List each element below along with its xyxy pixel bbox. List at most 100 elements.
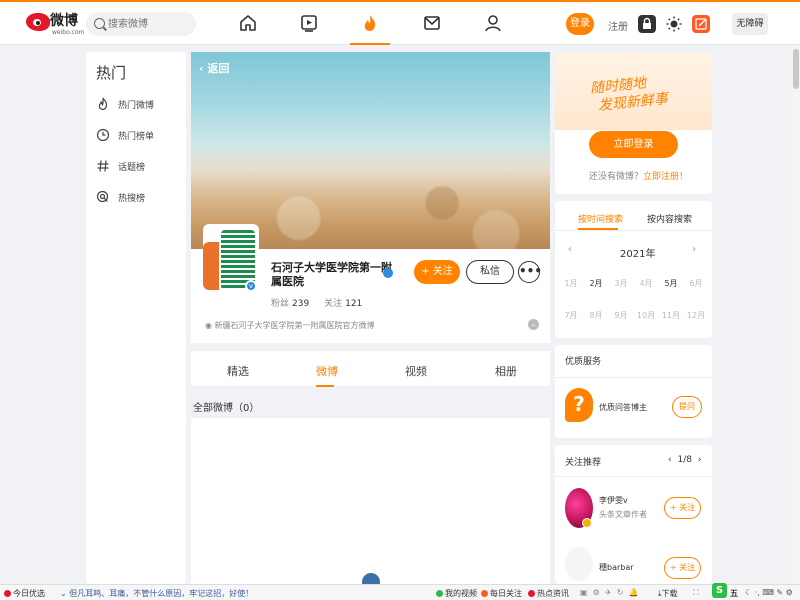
sogou-ime-icon[interactable]: S xyxy=(712,583,727,598)
month-cell[interactable]: 1月 xyxy=(560,278,582,289)
page-scrollbar[interactable] xyxy=(792,45,800,584)
ask-button[interactable]: 提问 xyxy=(672,396,702,418)
back-button[interactable]: ‹ 返回 xyxy=(199,60,229,76)
login-now-button[interactable]: 立即登录 xyxy=(589,131,678,158)
login-promo-card: 随时随地 发现新鲜事 立即登录 还没有微博？立即注册！ xyxy=(555,52,712,194)
month-cell[interactable]: 6月 xyxy=(685,278,707,289)
sidebar-title: 热门 xyxy=(96,64,127,82)
service-title: 优质服务 xyxy=(565,357,602,367)
register-link[interactable]: 注册 xyxy=(608,18,628,33)
chevron-left-icon[interactable]: ‹ xyxy=(668,455,672,465)
verified-icon xyxy=(383,268,393,278)
verified-badge-icon: v xyxy=(245,280,257,292)
sidebar-item-hot-weibo[interactable]: 热门微博 xyxy=(96,95,186,115)
month-cell[interactable]: 3月 xyxy=(610,278,632,289)
lock-icon[interactable] xyxy=(638,15,656,33)
ime-tray-icons: ☾ ·, ⌨ ✎ ⚙ xyxy=(745,588,793,597)
tab-album[interactable]: 相册 xyxy=(495,363,517,379)
brightness-icon[interactable] xyxy=(665,15,683,33)
follow-recommend-card: 关注推荐 ‹ 1/8 › 李伊雯v 头条文章作者 + 关注 穗barbar + … xyxy=(555,445,712,584)
top-navbar: 微博 weibo.com 登录 注册 无障碍 xyxy=(0,0,800,45)
scrollbar-thumb[interactable] xyxy=(793,49,799,89)
sidebar-item-hot-list[interactable]: 热门榜单 xyxy=(96,126,186,146)
tab-featured[interactable]: 精选 xyxy=(227,363,249,379)
profile-name: 石河子大学医学院第一附属医院 xyxy=(271,261,392,288)
profile-description: ◉ 新疆石河子大学医学院第一附属医院官方微博 xyxy=(205,320,375,331)
month-cell[interactable]: 12月 xyxy=(685,310,707,321)
month-cell[interactable]: 11月 xyxy=(660,310,682,321)
daily-follow[interactable]: 每日关注 xyxy=(481,588,522,599)
tab-weibo[interactable]: 微博 xyxy=(316,363,338,379)
chevron-right-icon[interactable]: › xyxy=(698,455,702,465)
home-icon[interactable] xyxy=(237,12,259,34)
tray-icons: ▣ ⚙ ✈ ↻ 🔔 xyxy=(580,588,639,597)
mail-icon[interactable] xyxy=(421,12,443,34)
bottom-taskbar: 今日优选 ⌄ 但凡耳鸣、耳痛，不管什么原因，牢记这招，好使！ 我的视频 每日关注… xyxy=(0,584,800,600)
today-picks[interactable]: 今日优选 xyxy=(4,588,45,599)
sidebar-item-topics[interactable]: 话题榜 xyxy=(96,157,186,177)
followers-count[interactable]: 239 xyxy=(292,299,309,309)
expand-chevron-icon[interactable]: ⌄ xyxy=(528,319,539,330)
news-ticker[interactable]: ⌄ 但凡耳鸣、耳痛，不管什么原因，牢记这招，好使！ xyxy=(60,588,253,599)
recommend-user-name[interactable]: 穗barbar xyxy=(599,562,634,573)
avatar[interactable] xyxy=(565,547,593,581)
service-item-label: 优质问答博主 xyxy=(599,403,647,412)
month-cell[interactable]: 5月 xyxy=(660,278,682,289)
follow-button[interactable]: + 关注 xyxy=(414,260,460,284)
sidebar-item-label: 话题榜 xyxy=(118,163,146,173)
next-year-icon[interactable]: › xyxy=(692,244,696,255)
recommend-title: 关注推荐 xyxy=(565,458,602,468)
month-cell[interactable]: 9月 xyxy=(610,310,632,321)
compose-icon[interactable] xyxy=(692,15,710,33)
no-account-text: 还没有微博？立即注册！ xyxy=(589,172,689,182)
flame-icon xyxy=(96,97,110,111)
search-circle-icon xyxy=(96,190,110,204)
location-icon: ◉ xyxy=(205,321,212,330)
news-icon xyxy=(528,590,535,597)
tab-search-by-time[interactable]: 按时间搜索 xyxy=(578,212,623,225)
date-search-card: 按时间搜索 按内容搜索 ‹ 2021年 › 1月 2月 3月 4月 5月 6月 7月 8月 9月… xyxy=(555,201,712,338)
sidebar-item-hot-search[interactable]: 热搜榜 xyxy=(96,188,186,208)
search-box[interactable] xyxy=(86,12,196,36)
recommend-follow-button[interactable]: + 关注 xyxy=(664,497,701,519)
video-icon[interactable] xyxy=(298,12,320,34)
fullscreen-icon[interactable]: ⛶ xyxy=(693,588,699,598)
flame-icon xyxy=(481,590,488,597)
user-icon[interactable] xyxy=(482,12,504,34)
download-button[interactable]: ⤓下载 xyxy=(658,588,678,599)
back-label: 返回 xyxy=(207,62,230,75)
hashtag-icon xyxy=(96,159,110,173)
search-input[interactable] xyxy=(108,15,190,33)
today-picks-icon xyxy=(4,590,11,597)
logo-subtext: weibo.com xyxy=(52,29,85,36)
month-cell[interactable]: 2月 xyxy=(585,278,607,289)
cover-image xyxy=(191,52,550,249)
sidebar-item-label: 热门微博 xyxy=(118,101,155,111)
register-now-link[interactable]: 立即注册！ xyxy=(643,172,688,182)
prev-year-icon[interactable]: ‹ xyxy=(568,244,572,255)
logo-text: 微博 xyxy=(50,13,78,29)
hot-flame-icon[interactable] xyxy=(359,12,381,34)
my-video[interactable]: 我的视频 xyxy=(436,588,477,599)
month-cell[interactable]: 4月 xyxy=(635,278,657,289)
month-cell[interactable]: 10月 xyxy=(635,310,657,321)
month-cell[interactable]: 7月 xyxy=(560,310,582,321)
weibo-logo[interactable]: 微博 weibo.com xyxy=(26,10,85,38)
description-text: 新疆石河子大学医学院第一附属医院官方微博 xyxy=(214,321,375,330)
month-cell[interactable]: 8月 xyxy=(585,310,607,321)
tab-video[interactable]: 视频 xyxy=(405,363,427,379)
calendar-year: 2021年 xyxy=(620,249,656,260)
vip-badge-icon xyxy=(582,518,592,528)
message-button[interactable]: 私信 xyxy=(466,260,514,284)
following-count[interactable]: 121 xyxy=(345,299,362,309)
login-button[interactable]: 登录 xyxy=(566,13,594,35)
hot-news[interactable]: 热点资讯 xyxy=(528,588,569,599)
more-options-button[interactable]: ••• xyxy=(518,261,542,283)
profile-main: ‹ 返回 v 石河子大学医学院第一附属医院 粉丝 239 关注 121 + 关注 私… xyxy=(191,52,550,591)
recommend-user-subtitle: 头条文章作者 xyxy=(599,510,647,519)
accessibility-button[interactable]: 无障碍 xyxy=(732,13,768,35)
recommend-user-name[interactable]: 李伊雯v xyxy=(599,495,628,506)
tab-search-by-content[interactable]: 按内容搜索 xyxy=(647,212,692,225)
recommend-follow-button[interactable]: + 关注 xyxy=(664,557,701,579)
ime-indicator[interactable]: 五 xyxy=(730,588,738,599)
